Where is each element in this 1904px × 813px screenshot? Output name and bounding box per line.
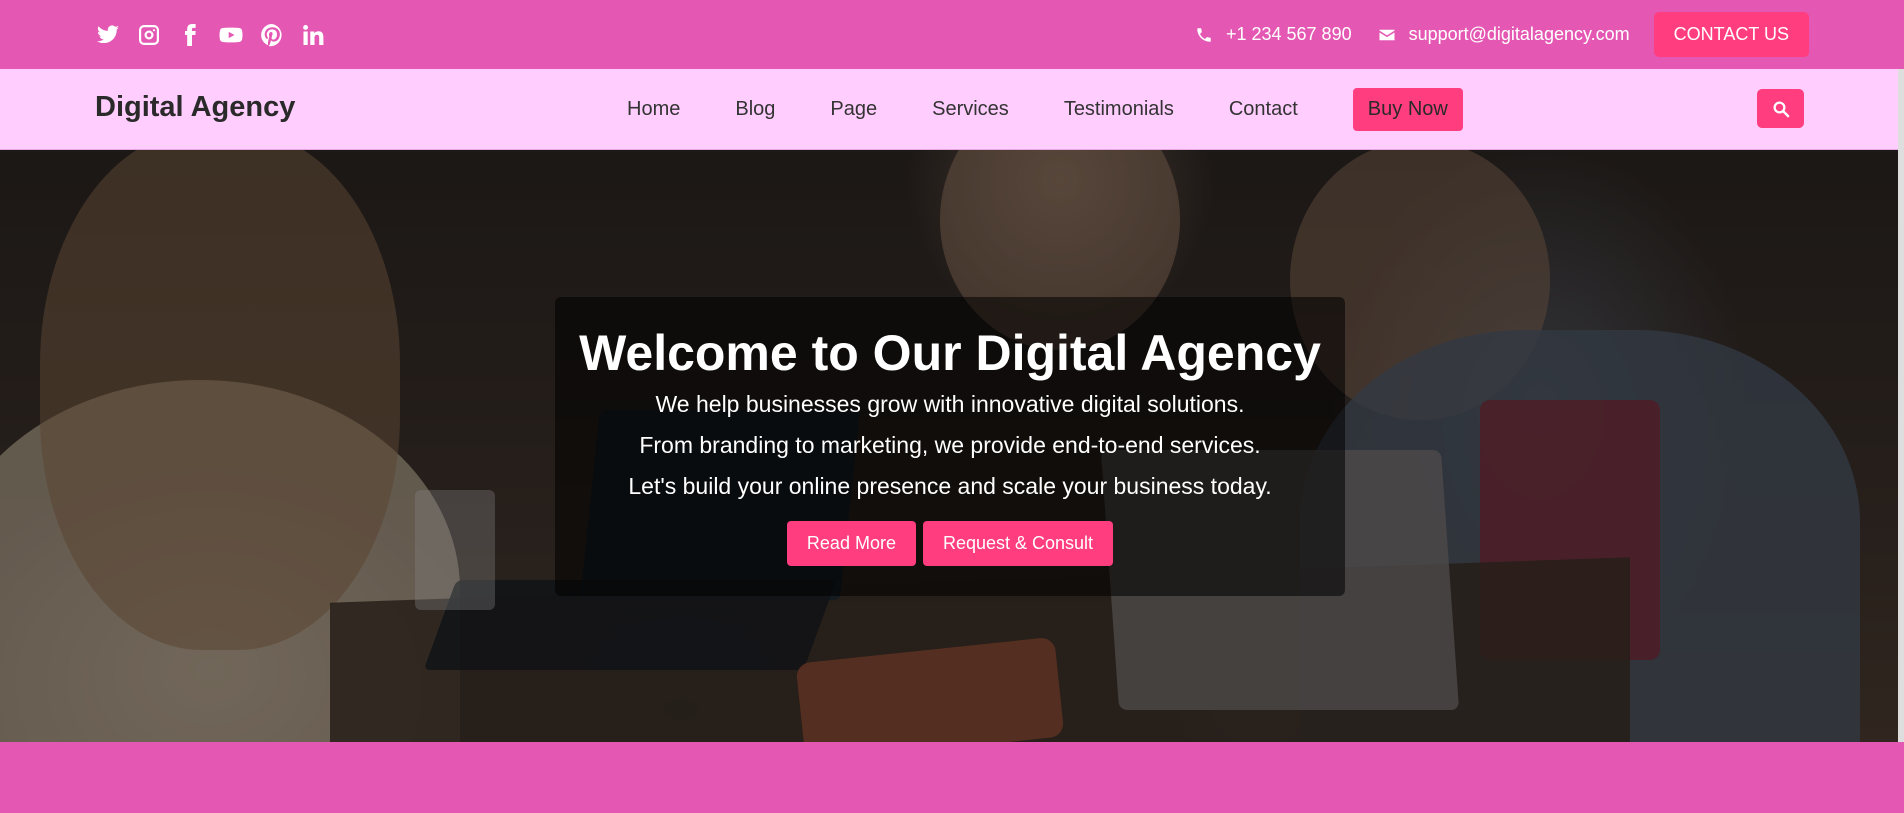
hero-title: Welcome to Our Digital Agency xyxy=(579,325,1321,381)
email-contact[interactable]: support@digitalagency.com xyxy=(1378,24,1630,45)
buy-now-button[interactable]: Buy Now xyxy=(1352,88,1463,131)
contact-info: +1 234 567 890 support@digitalagency.com… xyxy=(1195,12,1809,57)
request-consult-button[interactable]: Request & Consult xyxy=(922,521,1114,566)
phone-contact[interactable]: +1 234 567 890 xyxy=(1195,24,1352,45)
nav-link-testimonials[interactable]: Testimonials xyxy=(1064,98,1174,121)
main-navbar: Digital Agency Home Blog Page Services T… xyxy=(0,69,1898,150)
email-address: support@digitalagency.com xyxy=(1408,24,1630,44)
read-more-button[interactable]: Read More xyxy=(786,521,916,566)
nav-menu: Home Blog Page Services Testimonials Con… xyxy=(627,88,1463,131)
envelope-icon xyxy=(1379,29,1395,40)
nav-link-page[interactable]: Page xyxy=(830,98,877,121)
pinterest-icon[interactable] xyxy=(259,22,284,47)
instagram-icon[interactable] xyxy=(136,22,161,47)
search-icon xyxy=(1773,101,1789,117)
hero-buttons: Read More Request & Consult xyxy=(555,521,1345,566)
hero-content-box: Welcome to Our Digital Agency We help bu… xyxy=(555,297,1345,596)
twitter-icon[interactable] xyxy=(95,22,120,47)
social-links xyxy=(95,22,325,47)
phone-icon xyxy=(1197,27,1211,42)
hero-text-line-1: We help businesses grow with innovative … xyxy=(655,391,1245,417)
nav-link-contact[interactable]: Contact xyxy=(1229,98,1298,121)
top-bar: +1 234 567 890 support@digitalagency.com… xyxy=(0,0,1904,69)
hero-section: Welcome to Our Digital Agency We help bu… xyxy=(0,150,1898,742)
facebook-icon[interactable] xyxy=(177,22,202,47)
scrollbar[interactable] xyxy=(1898,69,1904,742)
nav-link-services[interactable]: Services xyxy=(932,98,1009,121)
hero-text-line-2: From branding to marketing, we provide e… xyxy=(639,432,1261,458)
search-button[interactable] xyxy=(1757,89,1804,128)
brand-logo[interactable]: Digital Agency xyxy=(95,91,295,124)
page: +1 234 567 890 support@digitalagency.com… xyxy=(0,0,1904,813)
nav-link-home[interactable]: Home xyxy=(627,98,680,121)
youtube-icon[interactable] xyxy=(218,22,243,47)
phone-number: +1 234 567 890 xyxy=(1225,24,1352,44)
hero-text-line-3: Let's build your online presence and sca… xyxy=(628,473,1272,499)
nav-link-blog[interactable]: Blog xyxy=(735,98,775,121)
contact-us-button[interactable]: CONTACT US xyxy=(1653,12,1809,57)
linkedin-icon[interactable] xyxy=(300,22,325,47)
